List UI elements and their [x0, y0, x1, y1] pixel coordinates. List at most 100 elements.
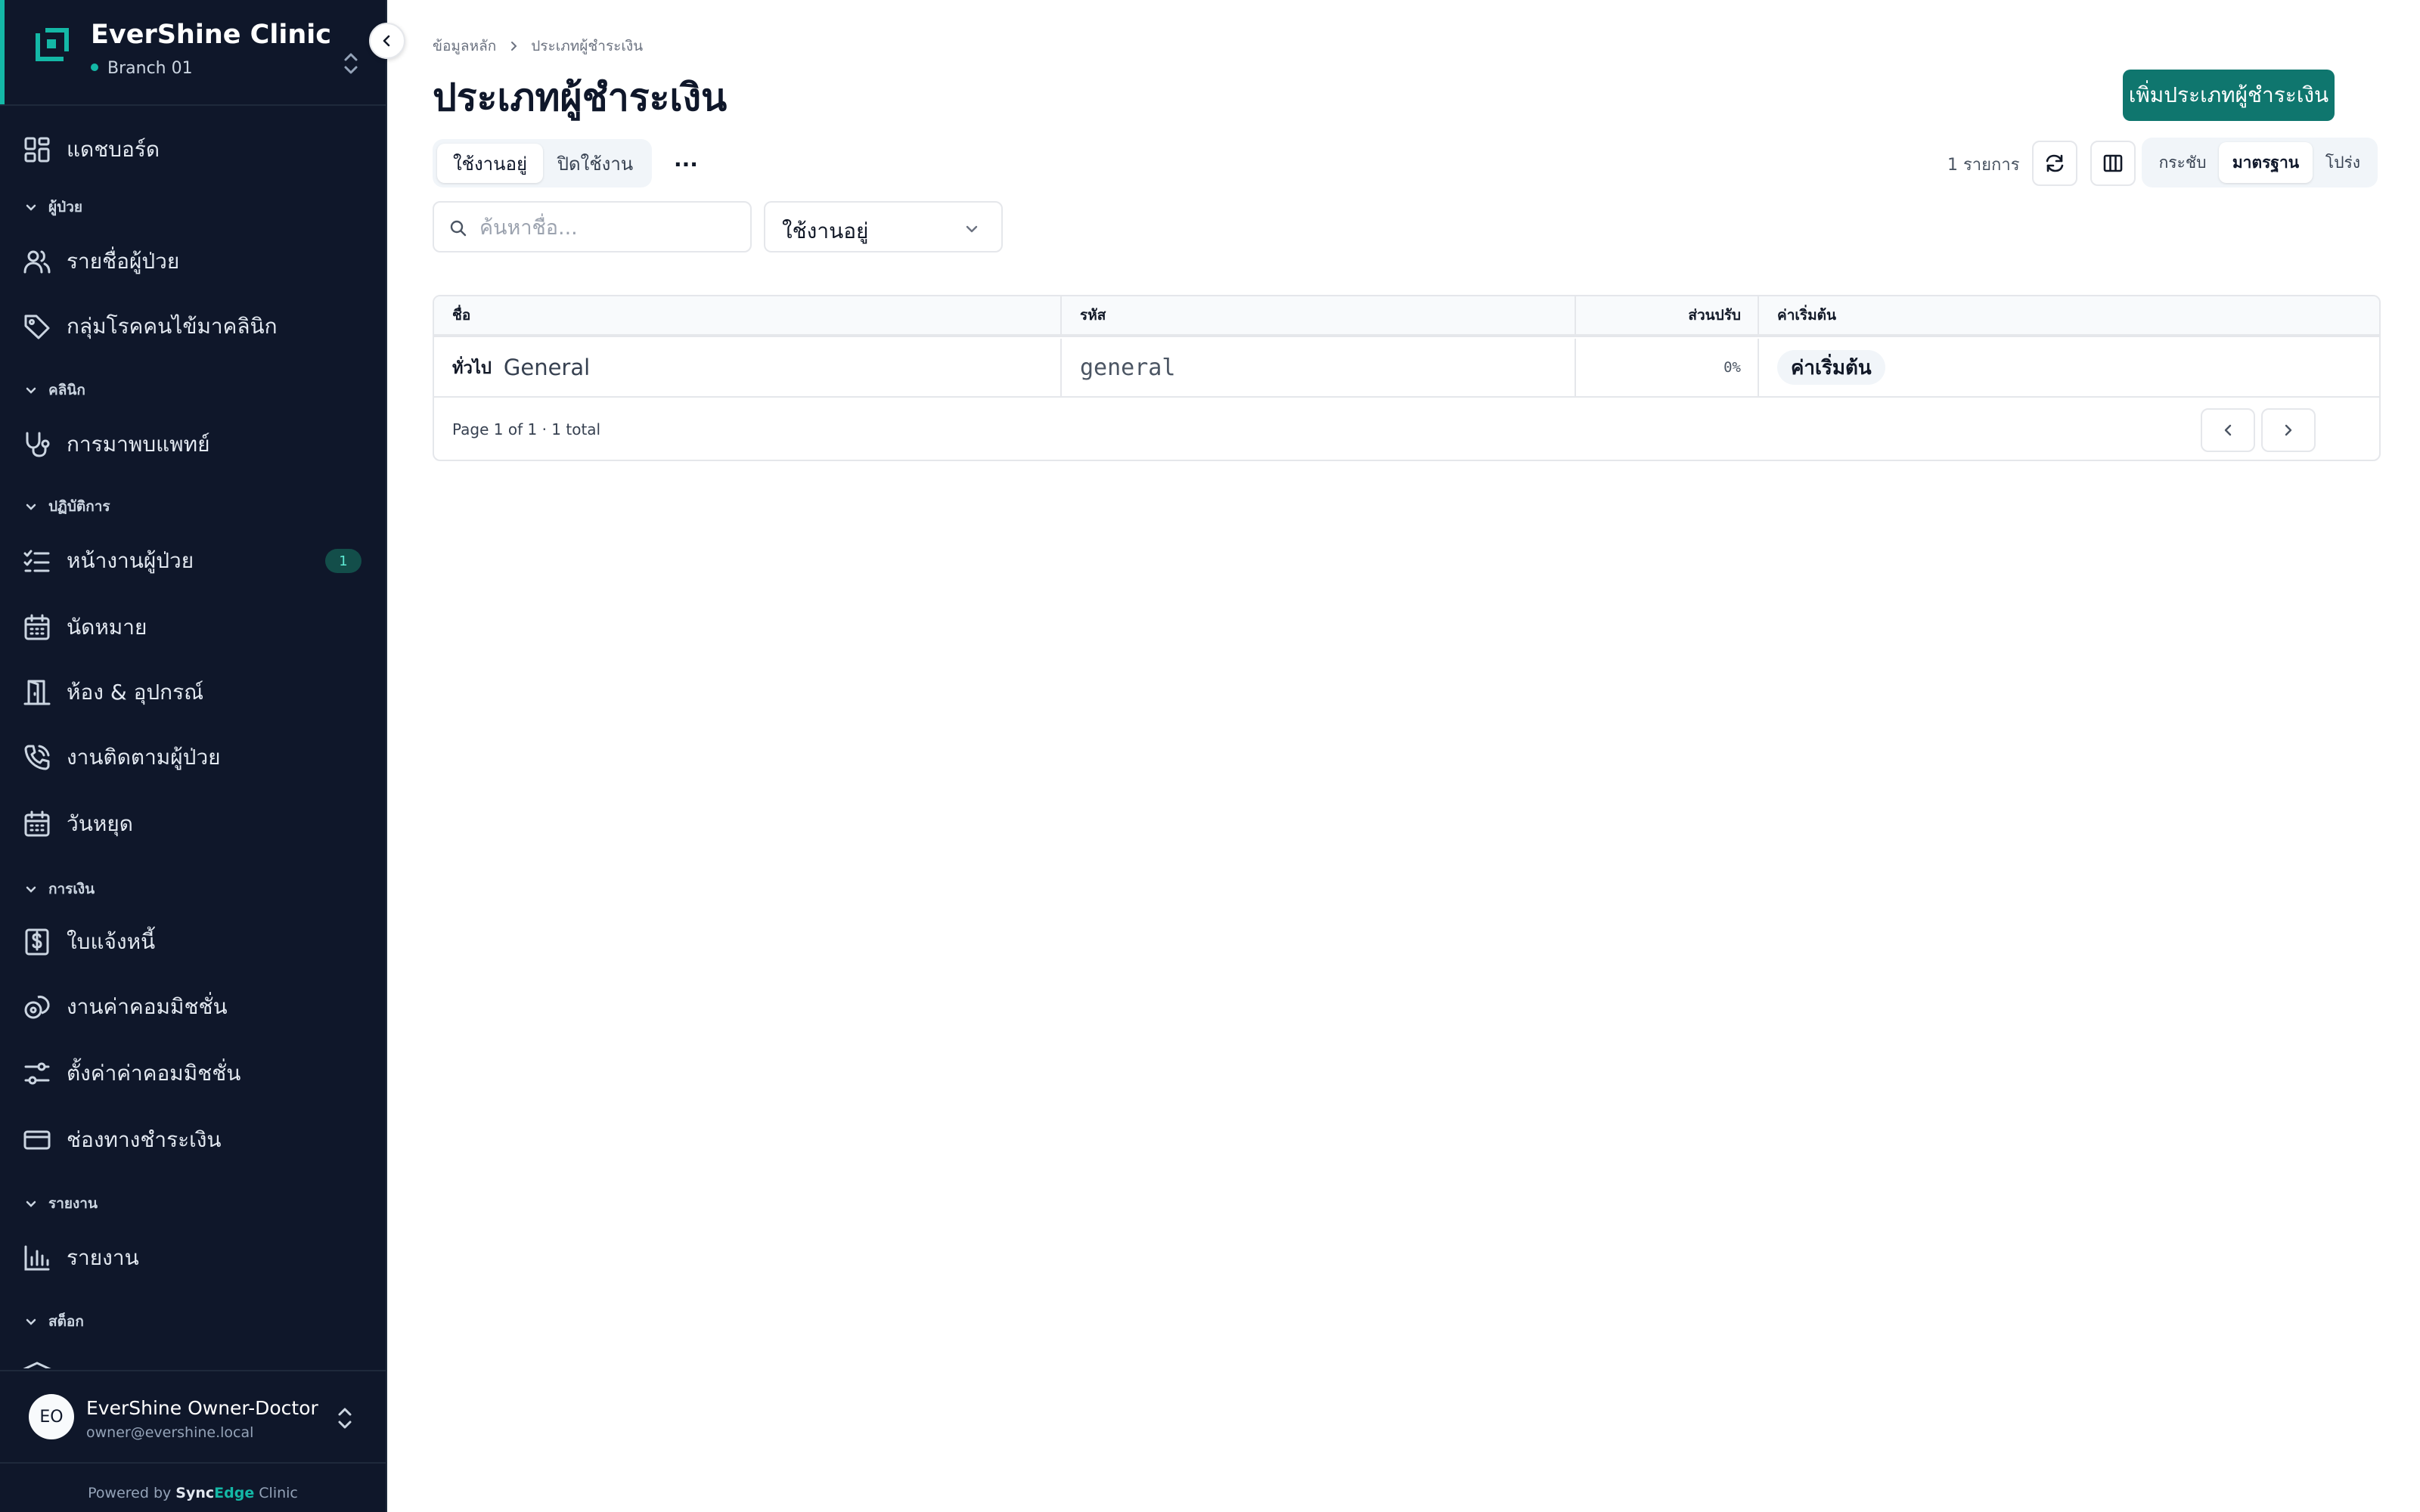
section-clinic[interactable]: คลินิก — [0, 375, 386, 405]
sidebar-header[interactable]: EverShine Clinic Branch 01 — [0, 0, 387, 106]
payer-adjustment: 0% — [1723, 359, 1741, 376]
chevron-left-icon — [2224, 424, 2232, 436]
powered-brand-edge: Edge — [214, 1485, 255, 1501]
sidebar: EverShine Clinic Branch 01 แดชบอร์ด ผู้ป… — [0, 0, 405, 1512]
chevron-left-icon — [383, 35, 390, 47]
sidebar-item-disease-groups[interactable]: กลุ่มโรคคนไข้มาคลินิก — [0, 302, 386, 351]
sidebar-item-patient-followup[interactable]: งานติดตามผู้ป่วย — [0, 733, 386, 782]
section-stock[interactable]: สต็อก — [0, 1306, 386, 1337]
refresh-button[interactable] — [2032, 141, 2077, 186]
sidebar-item-label: งานค่าคอมมิชชั่น — [67, 994, 228, 1019]
table-footer: Page 1 of 1 · 1 total — [434, 399, 2379, 460]
column-header-name[interactable]: ชื่อ — [434, 296, 1062, 334]
sidebar-item-invoices[interactable]: ใบแจ้งหนี้ — [0, 918, 386, 966]
powered-suffix: Clinic — [259, 1485, 298, 1501]
breadcrumb: ข้อมูลหลัก ประเภทผู้ชำระเงิน — [433, 35, 643, 57]
bar-chart-icon — [24, 1245, 50, 1271]
chevron-down-icon — [966, 225, 978, 233]
sidebar-item-appointments[interactable]: นัดหมาย — [0, 603, 386, 652]
cell-name: ทั่วไป General — [434, 339, 1062, 396]
chevron-down-icon — [26, 886, 36, 893]
tab-active[interactable]: ใช้งานอยู่ — [437, 144, 543, 183]
column-header-code[interactable]: รหัส — [1062, 296, 1576, 334]
tab-inactive[interactable]: ปิดใช้งาน — [543, 144, 647, 183]
sidebar-item-label: กลุ่มโรคคนไข้มาคลินิก — [67, 314, 278, 339]
default-badge: ค่าเริ่มต้น — [1777, 350, 1885, 385]
sidebar-item-stock-partial[interactable] — [0, 1353, 386, 1368]
chevron-up-down-icon[interactable] — [340, 50, 361, 77]
previous-page-button[interactable] — [2201, 408, 2255, 452]
section-operations[interactable]: ปฏิบัติการ — [0, 491, 386, 522]
sidebar-item-label: หน้างานผู้ป่วย — [67, 548, 194, 573]
chevron-up-down-icon — [338, 1408, 352, 1429]
payer-types-table: ชื่อ รหัส ส่วนปรับ ค่าเริ่มต้น ทั่วไป Ge… — [433, 295, 2381, 461]
cell-code: general — [1062, 339, 1576, 396]
sidebar-item-commission-work[interactable]: งานค่าคอมมิชชั่น — [0, 983, 386, 1031]
package-icon — [23, 1362, 51, 1368]
chevron-down-icon — [26, 1318, 36, 1325]
user-menu[interactable]: EO EverShine Owner-Doctor owner@evershin… — [0, 1370, 386, 1464]
density-comfortable[interactable]: โปร่ง — [2313, 142, 2373, 183]
powered-brand-sync: Sync — [175, 1485, 215, 1501]
column-header-default[interactable]: ค่าเริ่มต้น — [1759, 296, 2379, 334]
branch-name: Branch 01 — [107, 59, 193, 78]
column-header-adjustment[interactable]: ส่วนปรับ — [1576, 296, 1759, 334]
section-reports[interactable]: รายงาน — [0, 1188, 386, 1219]
credit-card-icon — [23, 1130, 51, 1150]
sidebar-item-reports[interactable]: รายงาน — [0, 1234, 386, 1282]
status-filter-select[interactable]: ใช้งานอยู่ — [764, 201, 1003, 253]
search-input[interactable] — [479, 212, 737, 243]
users-icon — [23, 250, 51, 274]
more-options-button[interactable]: ··· — [670, 148, 702, 180]
checklist-icon — [23, 550, 50, 572]
chevron-right-icon — [2285, 424, 2292, 436]
add-payer-type-button[interactable]: เพิ่มประเภทผู้ชำระเงิน — [2123, 70, 2335, 121]
dashboard-grid-icon — [24, 137, 50, 163]
receipt-dollar-icon — [25, 928, 49, 956]
columns-button[interactable] — [2090, 141, 2136, 186]
clinic-logo-icon — [36, 28, 69, 61]
tag-icon — [24, 314, 50, 339]
payer-name-thai: ทั่วไป — [452, 358, 492, 378]
record-count: 1 รายการ — [1947, 156, 2020, 175]
sidebar-item-payment-channels[interactable]: ช่องทางชำระเงิน — [0, 1116, 386, 1164]
search-box — [433, 201, 752, 253]
table-header: ชื่อ รหัส ส่วนปรับ ค่าเริ่มต้น — [434, 296, 2379, 337]
sidebar-item-rooms-equipment[interactable]: ห้อง & อุปกรณ์ — [0, 668, 386, 717]
stethoscope-icon — [26, 432, 50, 457]
sidebar-item-patient-worklist[interactable]: หน้างานผู้ป่วย 1 — [0, 537, 386, 585]
sidebar-item-dashboard[interactable]: แดชบอร์ด — [0, 125, 386, 174]
pagination-info: Page 1 of 1 · 1 total — [452, 420, 601, 438]
cell-default: ค่าเริ่มต้น — [1759, 339, 2379, 396]
sidebar-item-label: รายชื่อผู้ป่วย — [67, 249, 180, 274]
density-compact[interactable]: กระชับ — [2146, 142, 2219, 183]
breadcrumb-master-data[interactable]: ข้อมูลหลัก — [433, 35, 496, 57]
sidebar-item-doctor-visits[interactable]: การมาพบแพทย์ — [0, 420, 386, 469]
payer-code: general — [1080, 354, 1176, 381]
sidebar-item-label: วันหยุด — [67, 811, 133, 836]
search-icon — [450, 220, 467, 237]
sidebar-item-label: นัดหมาย — [67, 615, 147, 640]
columns-icon — [2103, 154, 2123, 172]
sidebar-item-label: ห้อง & อุปกรณ์ — [67, 680, 204, 705]
worklist-count-badge: 1 — [325, 549, 361, 573]
section-label: ปฏิบัติการ — [48, 498, 110, 515]
phone-call-icon — [24, 745, 50, 770]
section-patients[interactable]: ผู้ป่วย — [0, 192, 386, 222]
sidebar-item-patient-list[interactable]: รายชื่อผู้ป่วย — [0, 237, 386, 286]
app-root: EverShine Clinic Branch 01 แดชบอร์ด ผู้ป… — [0, 0, 2420, 1512]
sidebar-item-commission-settings[interactable]: ตั้งค่าค่าคอมมิชชั่น — [0, 1049, 386, 1098]
sidebar-collapse-button[interactable] — [369, 23, 405, 59]
section-label: ผู้ป่วย — [48, 199, 82, 215]
clinic-name: EverShine Clinic — [91, 20, 332, 50]
sidebar-item-label: รายงาน — [67, 1245, 139, 1270]
density-standard[interactable]: มาตรฐาน — [2219, 142, 2313, 183]
table-row[interactable]: ทั่วไป General general 0% ค่าเริ่มต้น ··… — [434, 339, 2379, 398]
calendar-icon — [24, 614, 50, 640]
branch-status-dot — [91, 64, 98, 71]
sidebar-item-holidays[interactable]: วันหยุด — [0, 800, 386, 848]
next-page-button[interactable] — [2261, 408, 2316, 452]
section-label: คลินิก — [48, 382, 85, 398]
refresh-icon — [2046, 154, 2064, 172]
section-finance[interactable]: การเงิน — [0, 874, 386, 904]
